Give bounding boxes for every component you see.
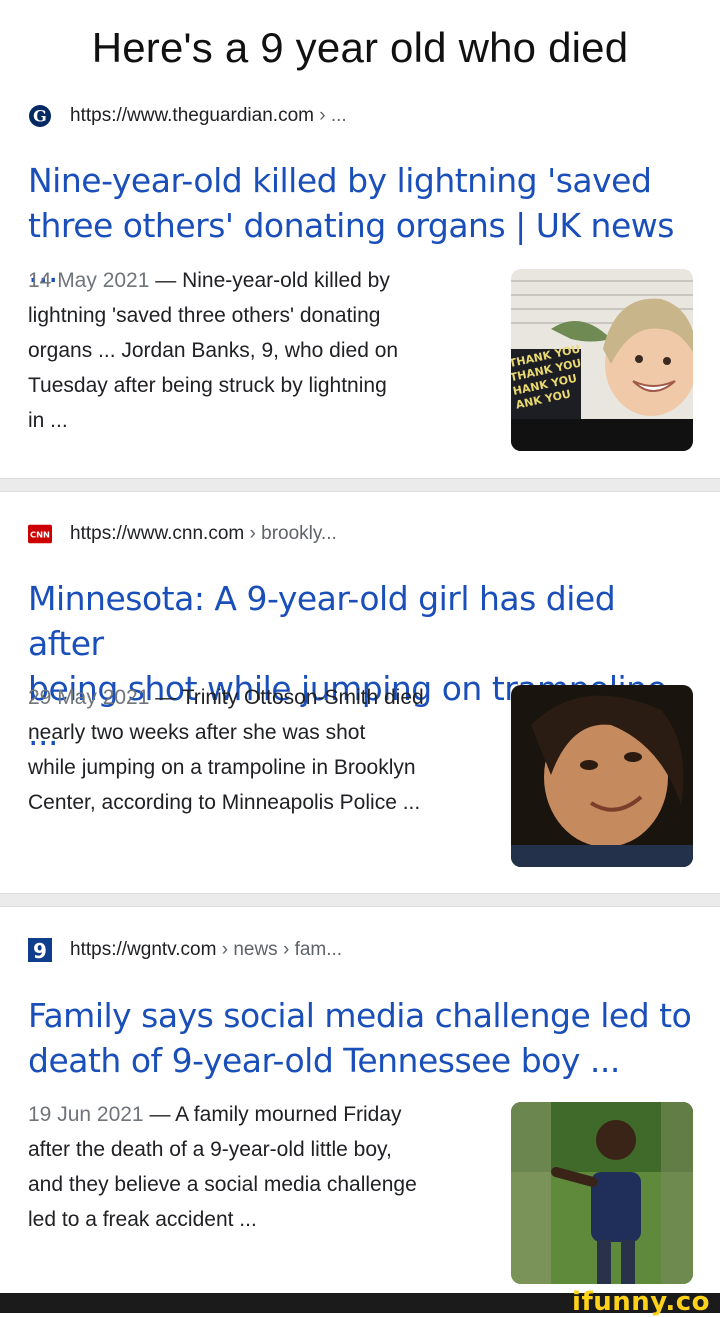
svg-text:G: G [33,107,47,126]
result-2-source[interactable]: CNN https://www.cnn.com › brookly... [28,522,337,546]
snippet-line: while jumping on a trampoline in Brookly… [28,756,416,779]
result-3-thumbnail[interactable] [511,1102,693,1284]
snippet-line: led to a freak accident ... [28,1208,257,1231]
wgn-icon: 9 [28,938,52,962]
snippet-line: Tuesday after being struck by lightning [28,374,387,397]
result-separator [0,478,720,492]
meme-headline: Here's a 9 year old who died [91,24,629,71]
result-2-url: https://www.cnn.com [70,523,245,544]
snippet-line: lightning 'saved three others' donating [28,304,381,327]
svg-text:CNN: CNN [30,530,50,540]
result-2-date: 29 May 2021 [28,686,150,709]
result-2-snippet: 29 May 2021 — Trinity Ottoson-Smith died… [28,680,483,820]
result-3-title-line2: death of 9-year-old Tennessee boy ... [28,1041,620,1080]
snippet-line: after the death of a 9-year-old little b… [28,1138,392,1161]
result-2-title-line1: Minnesota: A 9-year-old girl has died af… [28,579,616,663]
result-1-date: 14 May 2021 [28,269,150,292]
result-1-thumbnail[interactable]: THANK YOU THANK YOU HANK YOU ANK YOU [511,269,693,451]
snippet-line: — Trinity Ottoson-Smith died [155,686,424,709]
result-3-source[interactable]: 9 https://wgntv.com › news › fam... [28,938,342,962]
svg-text:9: 9 [33,939,47,962]
snippet-line: — Nine-year-old killed by [155,269,390,292]
snippet-line: — A family mourned Friday [149,1103,402,1126]
result-1-title-line1: Nine-year-old killed by lightning 'saved [28,161,652,200]
result-2-crumb: › brookly... [249,523,337,544]
result-1-source[interactable]: G https://www.theguardian.com › ... [28,104,347,128]
result-1-crumb: › ... [319,105,347,126]
result-3-title[interactable]: Family says social media challenge led t… [28,993,700,1083]
result-3-crumb: › news › fam... [221,939,343,960]
result-separator [0,893,720,907]
result-1-url: https://www.theguardian.com [70,105,314,126]
result-3-snippet: 19 Jun 2021 — A family mourned Friday af… [28,1097,483,1237]
footer-bar: ifunny.co [0,1287,720,1317]
snippet-line: organs ... Jordan Banks, 9, who died on [28,339,399,362]
result-3-date: 19 Jun 2021 [28,1103,144,1126]
snippet-line: Center, according to Minneapolis Police … [28,791,421,814]
cnn-icon: CNN [28,522,52,546]
snippet-line: and they believe a social media challeng… [28,1173,417,1196]
result-3-url: https://wgntv.com [70,939,217,960]
result-1-snippet: 14 May 2021 — Nine-year-old killed by li… [28,263,483,438]
result-2-thumbnail[interactable] [511,685,693,867]
snippet-line: in ... [28,409,68,432]
guardian-icon: G [28,104,52,128]
result-3-title-line1: Family says social media challenge led t… [28,996,692,1035]
snippet-line: nearly two weeks after she was shot [28,721,366,744]
